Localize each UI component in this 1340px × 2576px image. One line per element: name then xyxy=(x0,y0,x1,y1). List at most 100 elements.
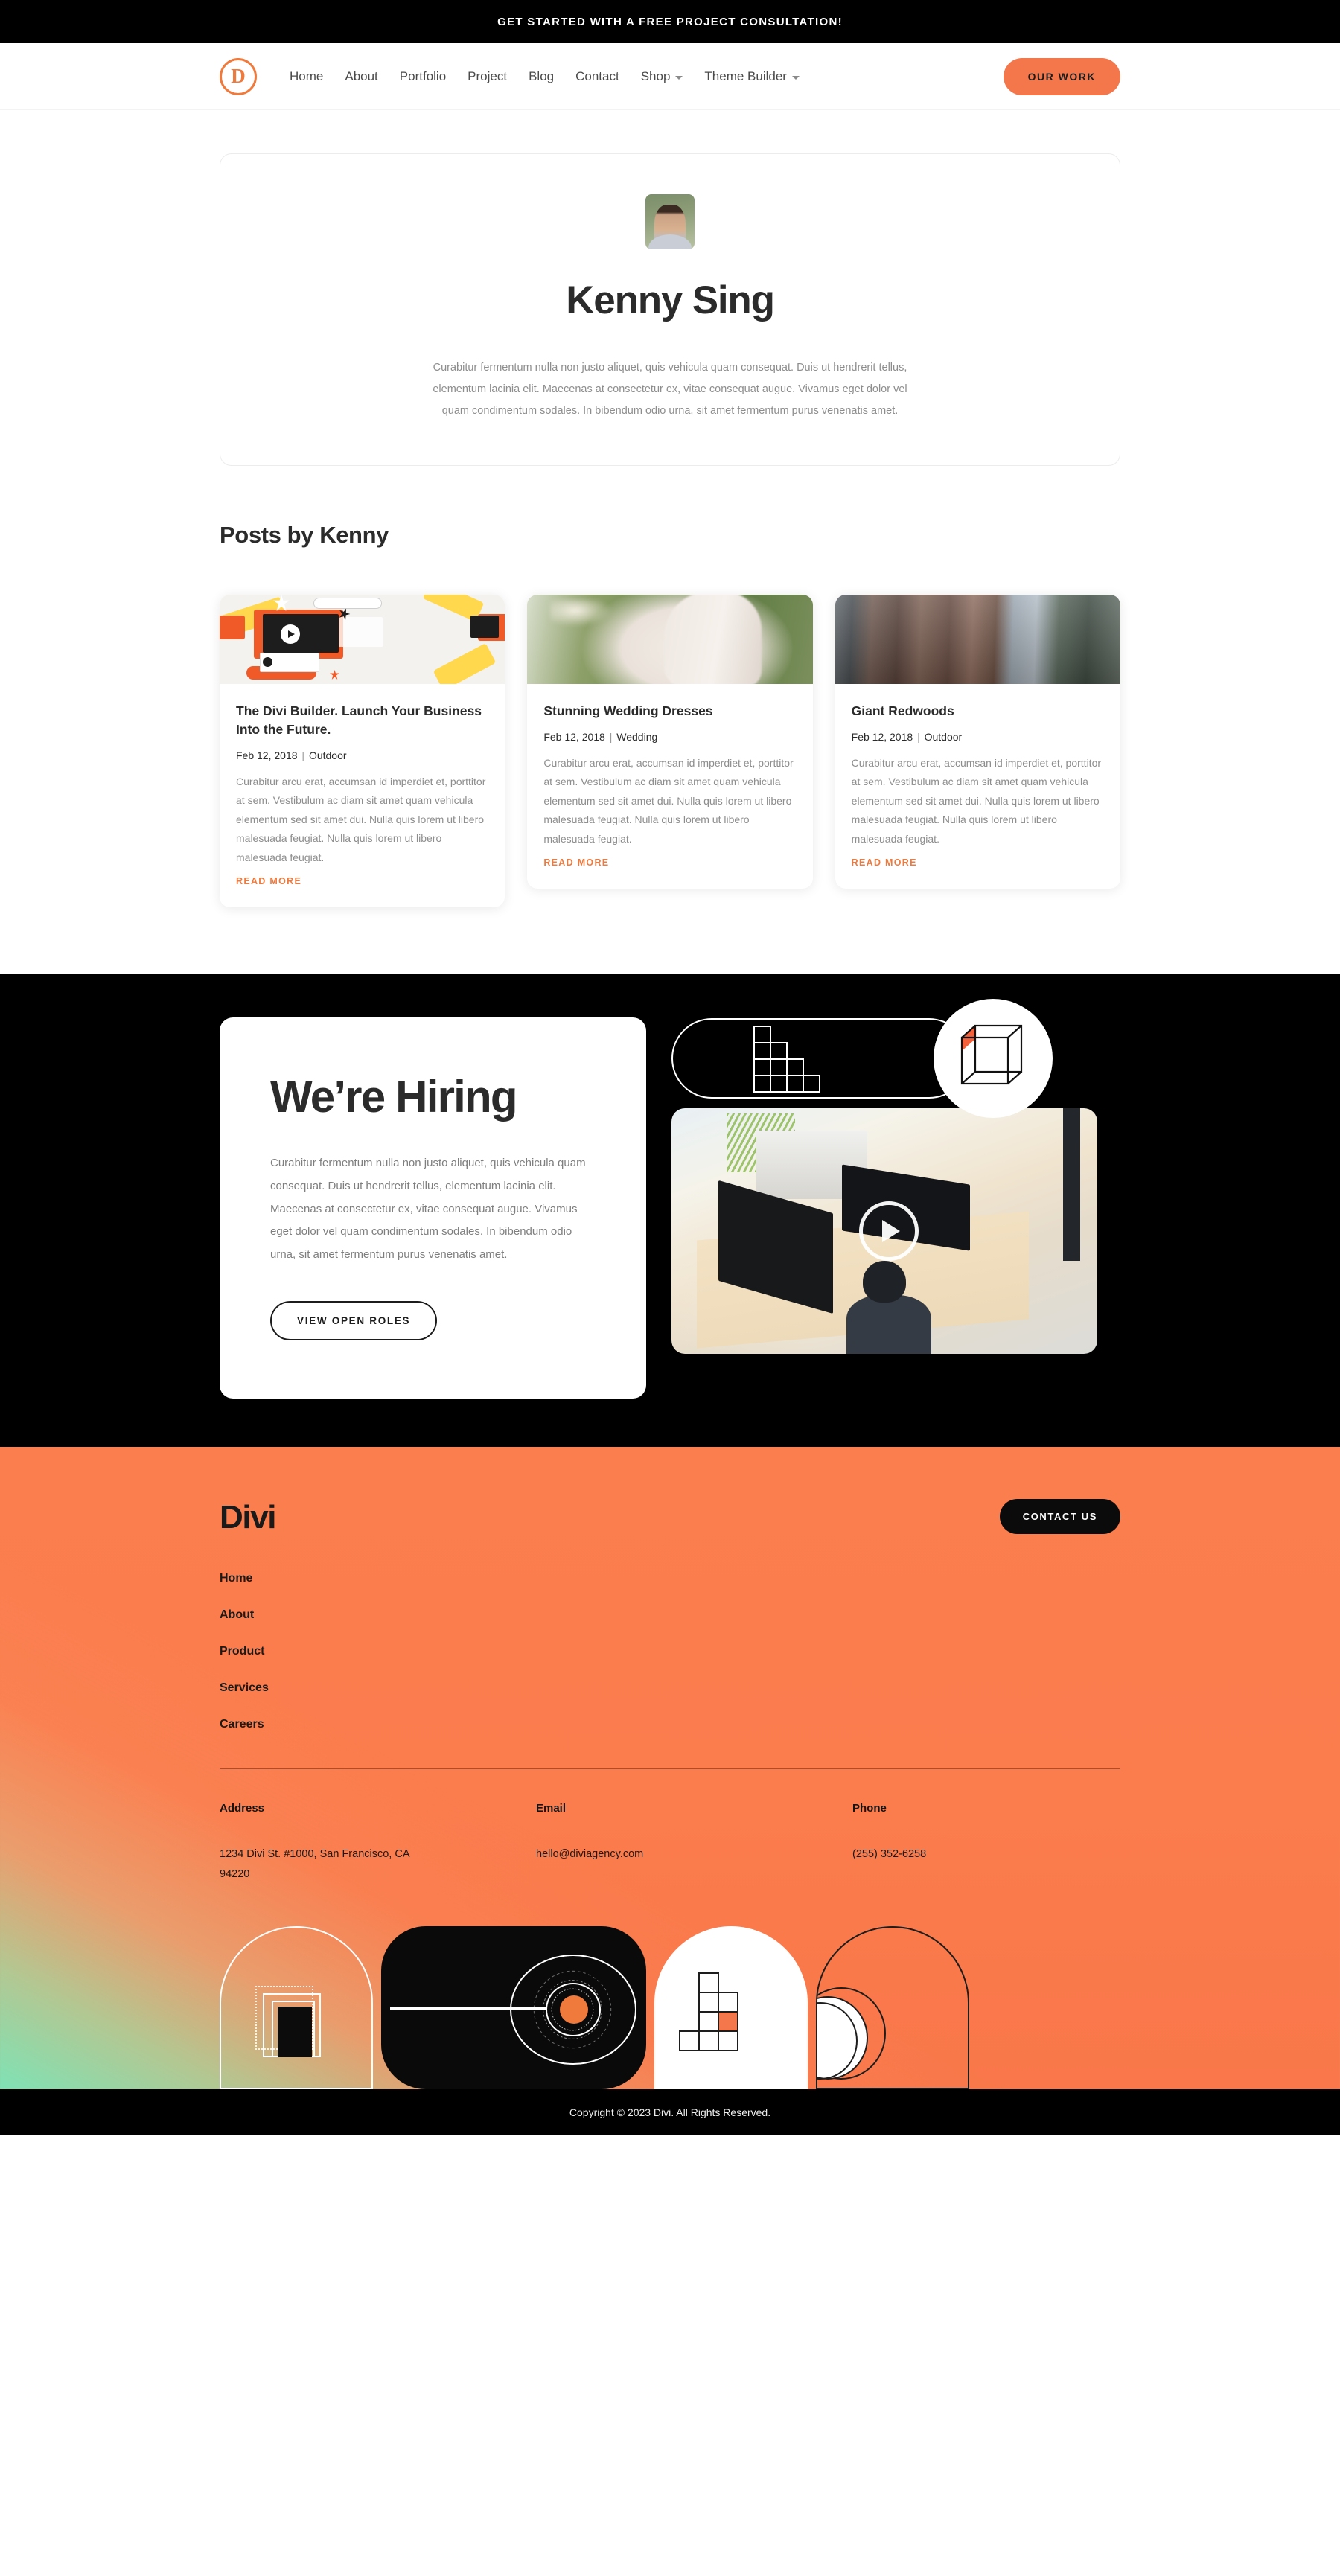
nav-label: About xyxy=(345,68,378,83)
our-work-button[interactable]: OUR WORK xyxy=(1003,57,1120,95)
nested-squares-arch-icon xyxy=(220,1926,373,2090)
footer-link-home[interactable]: Home xyxy=(220,1572,252,1585)
nav-item-theme-builder[interactable]: Theme Builder xyxy=(704,69,800,84)
post-meta: Feb 12, 2018 | Outdoor xyxy=(852,731,1104,743)
photo-person-head xyxy=(863,1260,906,1303)
author-hero-section: Kenny Sing Curabitur fermentum nulla non… xyxy=(0,110,1340,522)
illus-orange-tab-left xyxy=(220,616,245,639)
copyright-bar: Copyright © 2023 Divi. All Rights Reserv… xyxy=(0,2089,1340,2136)
office-video-thumbnail[interactable] xyxy=(671,1108,1097,1355)
info-column-email: Email hello@diviagency.com xyxy=(536,1802,852,1885)
footer-navigation: Home About Product Services Careers xyxy=(220,1572,1120,1731)
chevron-down-icon xyxy=(791,75,800,80)
page-root: GET STARTED WITH A FREE PROJECT CONSULTA… xyxy=(0,0,1340,2136)
view-open-roles-button[interactable]: VIEW OPEN ROLES xyxy=(270,1300,438,1340)
contact-us-button[interactable]: CONTACT US xyxy=(999,1498,1120,1534)
footer-link-services[interactable]: Services xyxy=(220,1681,269,1695)
post-title[interactable]: Stunning Wedding Dresses xyxy=(543,702,796,720)
photo-table-legs xyxy=(1063,1108,1081,1261)
nav-label: Contact xyxy=(575,68,619,83)
wireframe-cube-icon xyxy=(934,999,1053,1119)
post-thumbnail-redwoods xyxy=(835,595,1120,684)
illus-avatar-dot xyxy=(263,657,272,667)
footer-link-product[interactable]: Product xyxy=(220,1645,264,1658)
post-excerpt: Curabitur arcu erat, accumsan id imperdi… xyxy=(851,756,1102,845)
info-value[interactable]: hello@diviagency.com xyxy=(536,1844,737,1864)
meta-separator: | xyxy=(302,749,305,761)
post-excerpt: Curabitur arcu erat, accumsan id imperdi… xyxy=(543,756,794,845)
hiring-card: We’re Hiring Curabitur fermentum nulla n… xyxy=(220,1017,646,1399)
site-footer: Divi CONTACT US Home About Product Servi… xyxy=(0,1447,1340,2090)
info-column-phone: Phone (255) 352-6258 xyxy=(852,1802,1120,1885)
radial-target-arch-icon xyxy=(381,1926,646,2090)
site-header: D Home About Portfolio Project Blog Cont… xyxy=(0,43,1340,110)
nav-item-project[interactable]: Project xyxy=(468,69,507,84)
post-category[interactable]: Outdoor xyxy=(925,731,963,743)
play-icon[interactable] xyxy=(858,1201,919,1262)
illus-search-bar xyxy=(313,598,382,609)
post-title[interactable]: The Divi Builder. Launch Your Business I… xyxy=(236,702,488,739)
illus-dark-tab xyxy=(470,616,500,638)
wireframe-cube-svg xyxy=(960,1024,1023,1085)
nav-item-portfolio[interactable]: Portfolio xyxy=(400,69,446,84)
nav-item-blog[interactable]: Blog xyxy=(529,69,554,84)
post-title[interactable]: Giant Redwoods xyxy=(852,702,1104,720)
stair-grid-arch-icon xyxy=(654,1926,808,2090)
info-label: Email xyxy=(536,1801,567,1815)
author-card: Kenny Sing Curabitur fermentum nulla non… xyxy=(220,153,1120,466)
post-category[interactable]: Outdoor xyxy=(309,750,347,761)
post-thumbnail-wedding xyxy=(527,595,813,684)
nav-label: Theme Builder xyxy=(704,68,787,83)
illus-yellow-hand-right xyxy=(433,642,497,684)
nested-ovals-arch-icon xyxy=(816,1926,969,2090)
footer-decorations xyxy=(220,1918,1120,2090)
info-column-address: Address 1234 Divi St. #1000, San Francis… xyxy=(220,1802,536,1885)
divi-logo-icon[interactable]: D xyxy=(220,57,257,95)
hiring-description: Curabitur fermentum nulla non justo aliq… xyxy=(270,1157,586,1262)
hiring-decorations xyxy=(671,999,1120,1355)
hiring-title: We’re Hiring xyxy=(270,1072,518,1122)
illus-video-frame xyxy=(263,614,339,653)
post-card[interactable]: Giant Redwoods Feb 12, 2018 | Outdoor Cu… xyxy=(835,595,1120,889)
avatar xyxy=(645,194,695,249)
footer-contact-info: Address 1234 Divi St. #1000, San Francis… xyxy=(220,1802,1120,1885)
post-meta: Feb 12, 2018 | Outdoor xyxy=(236,750,488,761)
post-category[interactable]: Wedding xyxy=(616,731,657,743)
nav-item-home[interactable]: Home xyxy=(290,69,323,84)
post-card[interactable]: The Divi Builder. Launch Your Business I… xyxy=(220,595,505,908)
main-navigation: Home About Portfolio Project Blog Contac… xyxy=(290,69,800,84)
nav-label: Project xyxy=(468,68,508,83)
nav-label: Home xyxy=(290,68,324,83)
read-more-link[interactable]: READ MORE xyxy=(236,876,302,886)
post-date: Feb 12, 2018 xyxy=(236,749,298,761)
photo-person-body xyxy=(846,1294,931,1355)
post-body: The Divi Builder. Launch Your Business I… xyxy=(220,684,505,907)
nav-item-about[interactable]: About xyxy=(345,69,377,84)
footer-link-careers[interactable]: Careers xyxy=(220,1718,264,1731)
post-date: Feb 12, 2018 xyxy=(851,730,913,743)
page-title: Kenny Sing xyxy=(566,278,775,322)
footer-logo[interactable]: Divi xyxy=(220,1499,277,1536)
posts-grid: The Divi Builder. Launch Your Business I… xyxy=(220,595,1120,908)
nav-item-shop[interactable]: Shop xyxy=(641,69,683,84)
stair-grid-svg xyxy=(679,1972,738,2052)
decoration-row xyxy=(671,999,1120,1119)
nav-item-contact[interactable]: Contact xyxy=(575,69,619,84)
info-label: Phone xyxy=(852,1801,887,1815)
post-card[interactable]: Stunning Wedding Dresses Feb 12, 2018 | … xyxy=(527,595,813,889)
read-more-link[interactable]: READ MORE xyxy=(543,857,609,868)
nav-label: Shop xyxy=(640,68,671,83)
play-icon[interactable] xyxy=(281,624,300,644)
nav-label: Blog xyxy=(529,68,555,83)
hiring-section: We’re Hiring Curabitur fermentum nulla n… xyxy=(0,974,1340,1447)
post-body: Giant Redwoods Feb 12, 2018 | Outdoor Cu… xyxy=(835,684,1120,889)
square-filled xyxy=(278,2007,312,2058)
announcement-text: GET STARTED WITH A FREE PROJECT CONSULTA… xyxy=(497,15,843,28)
post-body: Stunning Wedding Dresses Feb 12, 2018 | … xyxy=(527,684,812,889)
footer-link-about[interactable]: About xyxy=(220,1608,254,1622)
read-more-link[interactable]: READ MORE xyxy=(852,857,917,868)
post-excerpt: Curabitur arcu erat, accumsan id imperdi… xyxy=(236,775,486,863)
illus-orange-star xyxy=(330,670,339,680)
post-thumbnail-illustration xyxy=(220,595,505,684)
info-value[interactable]: (255) 352-6258 xyxy=(852,1844,1053,1864)
